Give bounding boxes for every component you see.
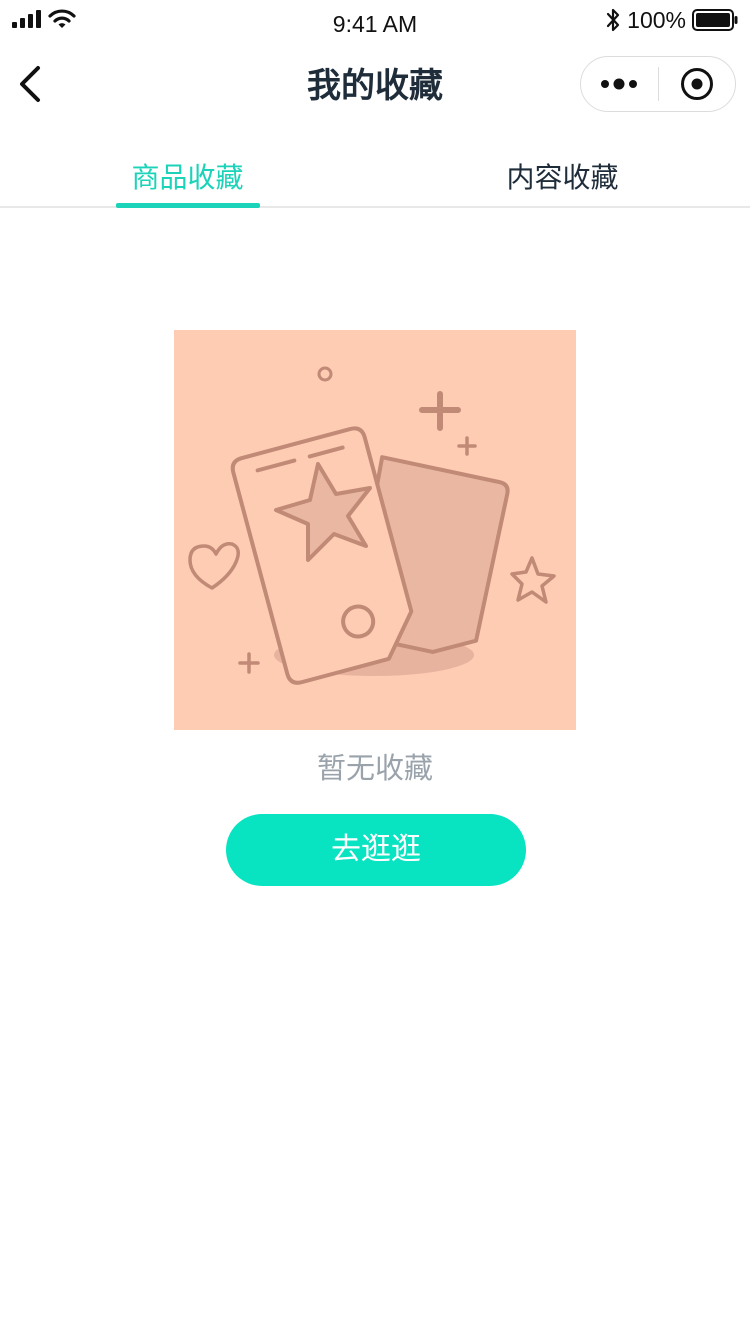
bluetooth-icon (607, 8, 620, 32)
more-dots-icon (601, 78, 638, 90)
status-bar: 9:41 AM 100% (0, 0, 750, 44)
mini-program-capsule (580, 56, 736, 112)
tab-bar: 商品收藏 内容收藏 (0, 148, 750, 208)
tab-content-favorites[interactable]: 内容收藏 (375, 148, 750, 206)
battery-icon (692, 9, 738, 31)
nav-bar: 我的收藏 (0, 44, 750, 128)
chevron-left-icon[interactable] (14, 62, 50, 106)
close-button[interactable] (659, 57, 736, 111)
status-right-group: 100% (605, 6, 738, 34)
target-circle-icon (680, 68, 713, 100)
go-shopping-button[interactable]: 去逛逛 (226, 814, 526, 886)
empty-state-message: 暂无收藏 (316, 751, 433, 785)
active-tab-indicator (116, 203, 260, 208)
favorite-cards-illustration (188, 366, 556, 685)
more-button[interactable] (581, 57, 658, 111)
tab-goods-favorites[interactable]: 商品收藏 (0, 148, 375, 206)
empty-favorites-illustration (174, 330, 576, 730)
battery-percent: 100% (627, 6, 686, 33)
